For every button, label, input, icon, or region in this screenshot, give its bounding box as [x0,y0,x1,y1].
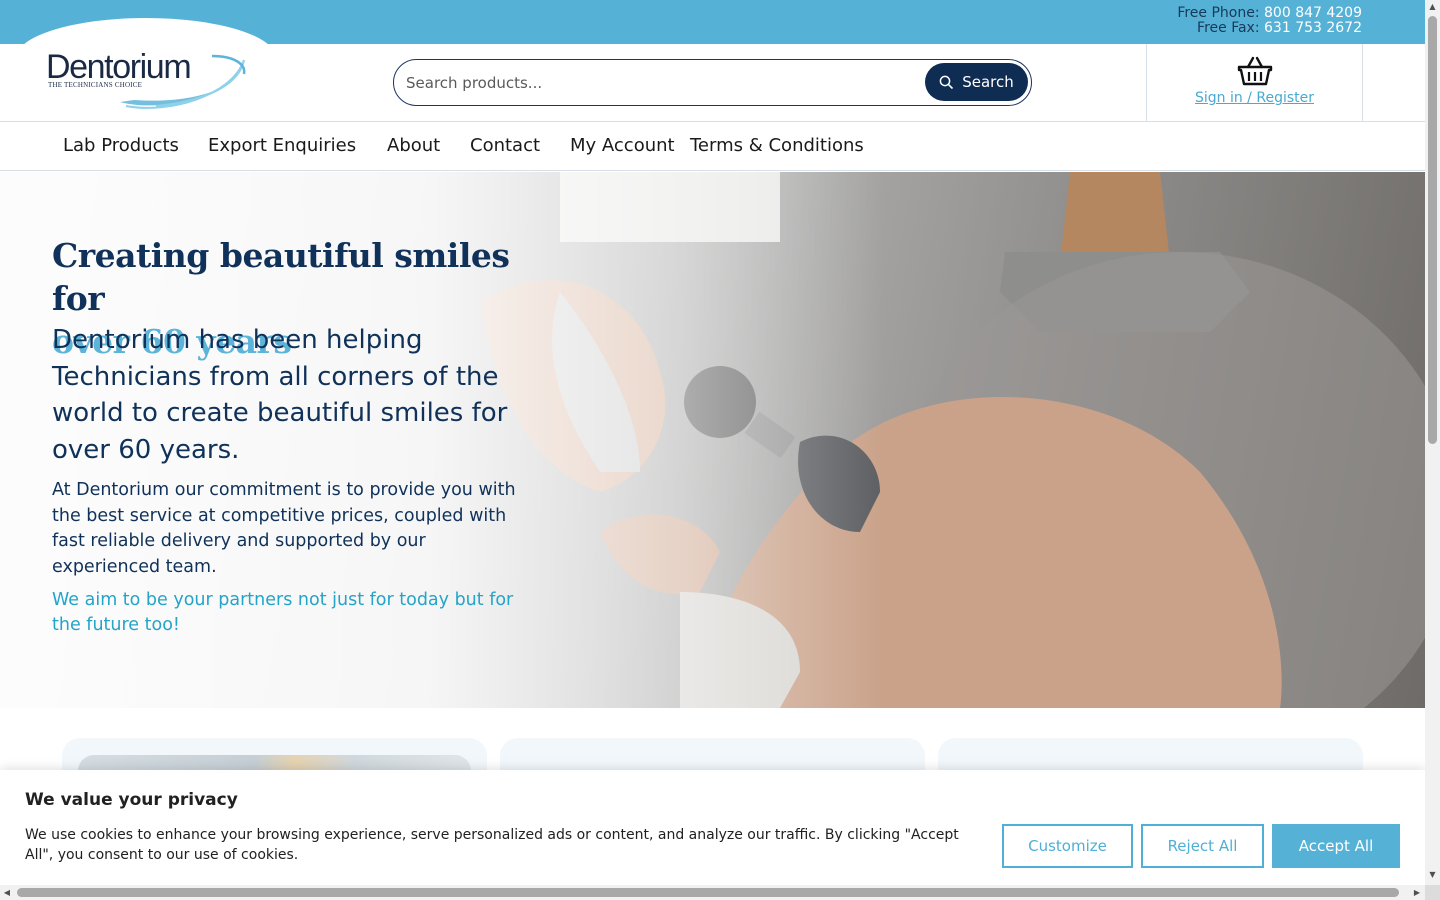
customize-button[interactable]: Customize [1002,824,1133,868]
hero-heading-line1: Creating beautiful smiles for [52,236,510,318]
hero-lead: Dentorium has been helping Technicians f… [52,325,508,465]
main-nav: Lab Products Export Enquiries About Cont… [0,122,1425,171]
site-logo[interactable]: Dentorium THE TECHNICIANS CHOICE [46,48,246,110]
scroll-right-icon[interactable]: ▶ [1410,885,1424,900]
nav-item-terms[interactable]: Terms & Conditions [690,135,864,156]
scrollbar-corner [1425,885,1440,900]
search-input[interactable] [406,72,906,94]
nav-item-about[interactable]: About [387,135,440,156]
horizontal-scrollbar[interactable]: ◀ ▶ [0,885,1425,900]
contact-info: Free Phone: 800 847 4209 Free Fax: 631 7… [1177,6,1362,36]
cookie-title: We value your privacy [25,790,238,810]
cookie-consent-banner: We value your privacy We use cookies to … [0,770,1425,888]
cookie-text: We use cookies to enhance your browsing … [25,827,959,863]
vertical-scrollbar[interactable]: ▲ ▼ [1425,0,1440,888]
vertical-scroll-thumb[interactable] [1428,16,1437,444]
hero-tagline: We aim to be your partners not just for … [52,590,514,635]
phone-number[interactable]: 800 847 4209 [1264,5,1362,21]
reject-all-button[interactable]: Reject All [1141,824,1264,868]
hero-body: At Dentorium our commitment is to provid… [52,480,516,577]
fax-label: Free Fax: [1197,20,1260,36]
logo-tagline: THE TECHNICIANS CHOICE [48,81,143,89]
nav-item-my-account[interactable]: My Account [570,135,675,156]
hero-banner: Creating beautiful smiles for over 60 ye… [0,172,1425,708]
search-icon [939,75,954,89]
sign-in-register-link[interactable]: Sign in / Register [1147,90,1362,106]
search-button[interactable]: Search [925,63,1028,101]
basket-icon[interactable] [1237,56,1273,86]
scroll-down-icon[interactable]: ▼ [1425,868,1440,882]
horizontal-scroll-thumb[interactable] [17,888,1399,897]
scroll-left-icon[interactable]: ◀ [0,885,14,900]
phone-label: Free Phone: [1177,5,1260,21]
nav-item-export-enquiries[interactable]: Export Enquiries [208,135,356,156]
accept-all-button[interactable]: Accept All [1272,824,1400,868]
search-bar: Search [393,59,1032,106]
scroll-up-icon[interactable]: ▲ [1425,0,1440,14]
account-box: Sign in / Register [1146,44,1363,122]
search-button-label: Search [962,73,1014,91]
fax-number: 631 753 2672 [1264,20,1362,36]
nav-item-lab-products[interactable]: Lab Products [63,135,179,156]
nav-item-contact[interactable]: Contact [470,135,540,156]
